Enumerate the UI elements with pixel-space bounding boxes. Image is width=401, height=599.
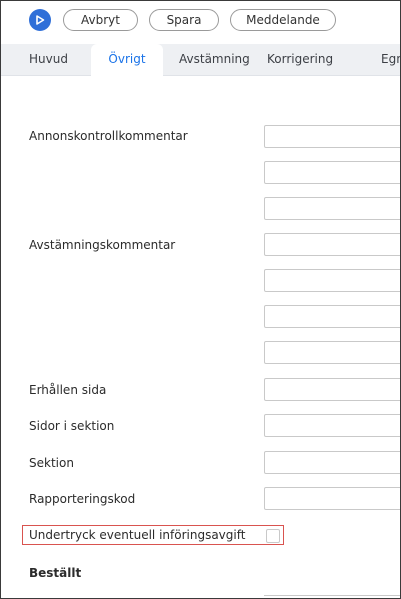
annonskontroll-field-3[interactable] [264, 197, 400, 220]
save-button[interactable]: Spara [149, 9, 219, 31]
avstamning-field-2[interactable] [264, 269, 400, 292]
tab-egn[interactable]: Egn [381, 44, 400, 75]
erhallen-sida-label: Erhållen sida [29, 383, 107, 397]
sektion-label: Sektion [29, 456, 74, 470]
annonskontroll-field-2[interactable] [264, 161, 400, 184]
avstamning-field-4[interactable] [264, 341, 400, 364]
app-window: Avbryt Spara Meddelande Huvud Övrigt Avs… [0, 0, 401, 599]
tab-bar: Huvud Övrigt Avstämning Korrigering Egn [1, 44, 400, 76]
tab-korrigering[interactable]: Korrigering [267, 44, 333, 75]
tab-avstamning[interactable]: Avstämning [179, 44, 250, 75]
next-field-edge [264, 595, 400, 596]
undertryck-checkbox[interactable] [266, 529, 280, 543]
avstamning-label: Avstämningskommentar [29, 238, 176, 252]
avstamning-field-1[interactable] [264, 233, 400, 256]
tab-huvud[interactable]: Huvud [29, 44, 68, 75]
rapporteringskod-field[interactable] [264, 487, 400, 510]
cancel-button[interactable]: Avbryt [63, 9, 138, 31]
bestallt-heading: Beställt [29, 566, 82, 580]
tab-ovrigt[interactable]: Övrigt [91, 44, 163, 76]
run-button[interactable] [29, 9, 51, 31]
sektion-field[interactable] [264, 451, 400, 474]
annonskontroll-field-1[interactable] [264, 125, 400, 148]
sidor-i-sektion-field[interactable] [264, 414, 400, 437]
annonskontroll-label: Annonskontrollkommentar [29, 129, 188, 143]
toolbar: Avbryt Spara Meddelande [1, 1, 400, 41]
avstamning-field-3[interactable] [264, 305, 400, 328]
erhallen-sida-field[interactable] [264, 378, 400, 401]
rapporteringskod-label: Rapporteringskod [29, 492, 136, 506]
sidor-i-sektion-label: Sidor i sektion [29, 419, 115, 433]
undertryck-label: Undertryck eventuell införingsavgift [29, 528, 246, 542]
undertryck-row: Undertryck eventuell införingsavgift [22, 525, 284, 545]
message-button[interactable]: Meddelande [230, 9, 336, 31]
play-icon [36, 15, 45, 25]
